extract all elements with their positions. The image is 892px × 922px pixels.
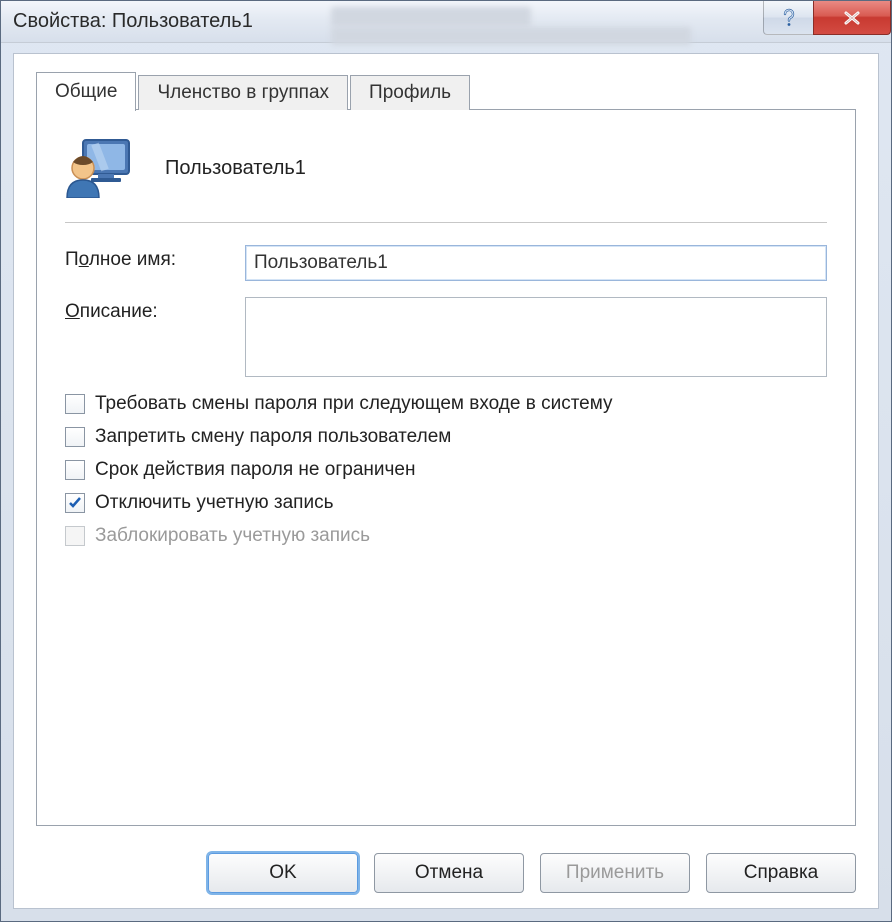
check-require-change[interactable]: Требовать смены пароля при следующем вхо…	[65, 393, 827, 415]
check-deny-change[interactable]: Запретить смену пароля пользователем	[65, 426, 827, 448]
user-icon	[65, 138, 137, 198]
row-description: Описание:	[65, 297, 827, 377]
divider	[65, 222, 827, 223]
tab-membership[interactable]: Членство в группах	[138, 75, 348, 110]
full-name-label: Полное имя:	[65, 245, 245, 271]
window-controls	[763, 1, 891, 35]
user-display-name: Пользователь1	[165, 157, 306, 180]
checkbox-icon	[65, 526, 85, 546]
description-input[interactable]	[245, 297, 827, 377]
cancel-button[interactable]: Отмена	[374, 853, 524, 893]
checkbox-icon	[65, 394, 85, 414]
background-blur	[331, 27, 691, 45]
check-disable-account[interactable]: Отключить учетную запись	[65, 492, 827, 514]
full-name-input[interactable]	[245, 245, 827, 281]
row-full-name: Полное имя:	[65, 245, 827, 281]
tab-general[interactable]: Общие	[36, 72, 136, 111]
checkbox-icon	[65, 460, 85, 480]
check-label: Требовать смены пароля при следующем вхо…	[95, 393, 613, 415]
dialog-button-row: OK Отмена Применить Справка	[14, 838, 878, 908]
background-blur	[331, 7, 531, 27]
check-label: Отключить учетную запись	[95, 492, 333, 514]
dialog-body: Общие Членство в группах Профиль	[13, 53, 879, 909]
help-button[interactable]	[763, 1, 813, 35]
checkbox-group: Требовать смены пароля при следующем вхо…	[65, 393, 827, 547]
tabpanel-general: Пользователь1 Полное имя: Описание:	[36, 109, 856, 826]
check-label: Срок действия пароля не ограничен	[95, 459, 415, 481]
check-never-expires[interactable]: Срок действия пароля не ограничен	[65, 459, 827, 481]
tab-profile[interactable]: Профиль	[350, 75, 470, 110]
dialog-window: Свойства: Пользователь1 Общие Членство в…	[0, 0, 892, 922]
titlebar: Свойства: Пользователь1	[1, 1, 891, 43]
close-button[interactable]	[813, 1, 891, 35]
tab-content: Пользователь1 Полное имя: Описание:	[65, 132, 827, 815]
check-label: Запретить смену пароля пользователем	[95, 426, 451, 448]
checkbox-icon	[65, 427, 85, 447]
check-label: Заблокировать учетную запись	[95, 525, 370, 547]
help-icon	[779, 8, 799, 28]
checkbox-icon	[65, 493, 85, 513]
description-label: Описание:	[65, 297, 245, 323]
apply-button[interactable]: Применить	[540, 853, 690, 893]
tabstrip: Общие Членство в группах Профиль	[36, 74, 856, 110]
check-locked: Заблокировать учетную запись	[65, 525, 827, 547]
close-icon	[839, 9, 865, 27]
user-header: Пользователь1	[65, 132, 827, 204]
help-button-bottom[interactable]: Справка	[706, 853, 856, 893]
ok-button[interactable]: OK	[208, 853, 358, 893]
